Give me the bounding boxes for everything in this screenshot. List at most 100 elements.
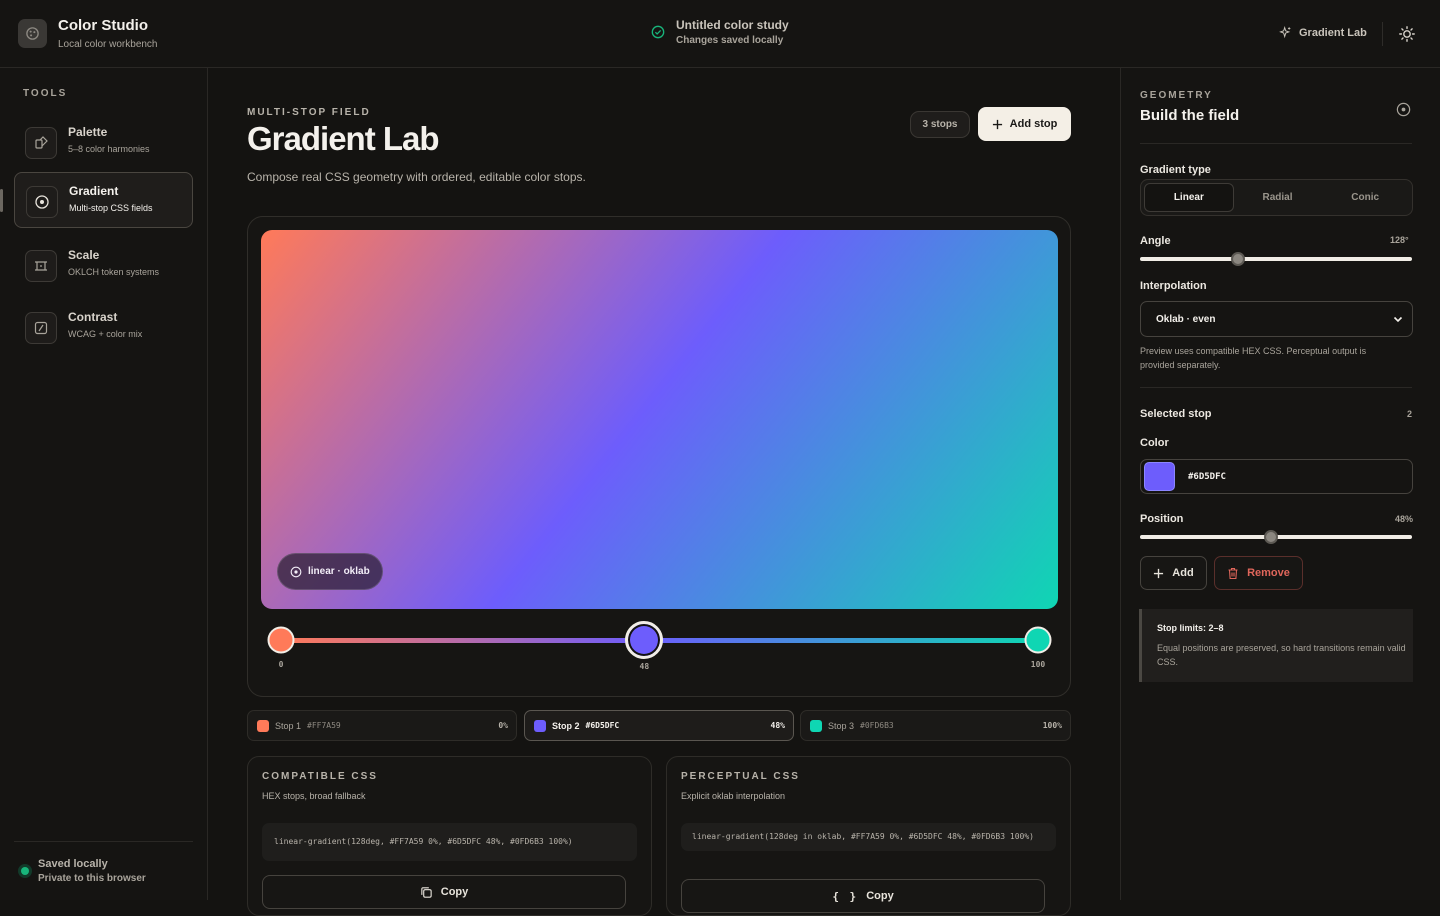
stop-handle-label: 48 [639, 662, 650, 671]
stop-chip-hex: #0FD6B3 [860, 721, 894, 730]
stop-chip-position: 0% [498, 721, 508, 730]
stop-limits-callout: Stop limits: 2–8 Equal positions are pre… [1139, 609, 1413, 682]
gradient-type-segmented-control: Linear Radial Conic [1140, 179, 1413, 216]
sparkle-icon [1279, 26, 1291, 39]
add-stop-panel-button[interactable]: Add [1140, 556, 1207, 590]
gradient-type-radial[interactable]: Radial [1234, 183, 1322, 212]
active-nav-marker [0, 189, 3, 212]
topbar-divider [1382, 22, 1383, 46]
position-slider-thumb[interactable] [1263, 530, 1278, 544]
gradient-fill [261, 230, 1058, 609]
stop-chip-1[interactable]: Stop 1 #FF7A59 0% [247, 710, 517, 741]
panel-eyebrow: GEOMETRY [1140, 90, 1213, 101]
contrast-icon [25, 312, 57, 344]
stop-color-swatch[interactable] [1144, 462, 1175, 491]
gradient-lab-link-label: Gradient Lab [1299, 26, 1367, 39]
perceptual-css-code[interactable]: linear-gradient(128deg in oklab, #FF7A59… [681, 823, 1056, 851]
selected-stop-value: 2 [1407, 409, 1413, 419]
gradient-type-conic[interactable]: Conic [1321, 183, 1409, 212]
gradient-lab-link[interactable]: Gradient Lab [1279, 26, 1367, 39]
perceptual-css-card: PERCEPTUAL CSS Explicit oklab interpolat… [666, 756, 1071, 916]
stop-color-field[interactable]: #6D5DFC [1140, 459, 1413, 494]
stop-handle-3[interactable] [1024, 626, 1052, 654]
reset-geometry-button[interactable] [1395, 101, 1412, 118]
copy-button-label: Copy [440, 886, 469, 898]
stops-count-badge: 3 stops [910, 111, 970, 138]
compatible-css-description: HEX stops, broad fallback [262, 791, 366, 801]
sidebar-item-gradient[interactable]: Gradient Multi-stop CSS fields [14, 172, 193, 228]
panel-divider [1140, 387, 1412, 388]
angle-slider[interactable] [1140, 252, 1412, 266]
copy-perceptual-css-button[interactable]: { } Copy [681, 879, 1045, 913]
compatible-css-code[interactable]: linear-gradient(128deg, #FF7A59 0%, #6D5… [262, 823, 637, 861]
position-slider[interactable] [1140, 530, 1412, 544]
check-circle-icon [651, 25, 665, 39]
panel-title: Build the field [1140, 107, 1240, 124]
perceptual-css-title: PERCEPTUAL CSS [681, 771, 800, 782]
add-stop-button[interactable]: Add stop [978, 107, 1071, 141]
position-value: 48% [1395, 514, 1414, 524]
stop-chip-name: Stop 3 [828, 720, 855, 731]
stop-chip-position: 48% [770, 721, 785, 730]
sidebar-item-description: 5–8 color harmonies [68, 144, 150, 154]
copy-compatible-css-button[interactable]: Copy [262, 875, 626, 909]
stop-chip-2[interactable]: Stop 2 #6D5DFC 48% [524, 710, 794, 741]
stop-handle-label: 0 [278, 660, 284, 669]
sidebar-item-label: Palette [68, 125, 108, 139]
selected-stop-label: Selected stop [1140, 408, 1212, 420]
sidebar: TOOLS Palette 5–8 color harmonies Gradie… [0, 68, 208, 900]
save-status: Changes saved locally [676, 35, 784, 46]
gradient-stage: linear · oklab 0 48 100 [247, 216, 1071, 697]
stop-chip-hex: #6D5DFC [585, 721, 620, 730]
interpolation-label: Interpolation [1140, 280, 1207, 292]
plus-icon [992, 119, 1002, 129]
angle-slider-thumb[interactable] [1230, 252, 1245, 266]
gradient-type-label: Gradient type [1140, 164, 1211, 176]
sidebar-divider [14, 841, 193, 842]
sidebar-item-description: OKLCH token systems [68, 267, 160, 277]
stop-handle-2[interactable] [625, 621, 664, 659]
trash-icon [1228, 567, 1238, 579]
stop-chip-swatch [257, 719, 269, 732]
perceptual-css-description: Explicit oklab interpolation [681, 791, 786, 801]
chevron-down-icon [1393, 316, 1403, 323]
stop-limits-text: Equal positions are preserved, so hard t… [1157, 643, 1406, 667]
angle-value: 128° [1390, 235, 1409, 245]
sidebar-item-scale[interactable]: Scale OKLCH token systems [14, 237, 193, 293]
stop-limits-title: Stop limits: 2–8 [1157, 623, 1224, 633]
gradient-type-linear[interactable]: Linear [1144, 183, 1234, 212]
angle-label: Angle [1140, 235, 1171, 247]
tools-section-label: TOOLS [23, 88, 68, 99]
plus-icon [1154, 568, 1164, 578]
sidebar-item-contrast[interactable]: Contrast WCAG + color mix [14, 299, 193, 355]
app-title: Color Studio [58, 17, 148, 34]
document-title[interactable]: Untitled color study [676, 18, 789, 32]
app-logo-icon [18, 19, 47, 48]
page-description: Compose real CSS geometry with ordered, … [247, 170, 586, 184]
theme-toggle-button[interactable] [1398, 25, 1416, 43]
interpolation-note: Preview uses compatible HEX CSS. Percept… [1140, 346, 1367, 370]
stop-color-hex-input[interactable]: #6D5DFC [1188, 472, 1226, 482]
panel-divider [1140, 143, 1412, 144]
app-subtitle: Local color workbench [58, 39, 158, 50]
sidebar-item-label: Contrast [68, 310, 118, 324]
sidebar-item-description: WCAG + color mix [68, 329, 143, 339]
add-stop-label: Add stop [1009, 118, 1058, 130]
gradient-preview: linear · oklab [261, 230, 1058, 609]
sidebar-item-description: Multi-stop CSS fields [69, 203, 153, 213]
remove-stop-button[interactable]: Remove [1214, 556, 1303, 590]
stop-chip-hex: #FF7A59 [307, 721, 341, 730]
saved-status-description: Private to this browser [38, 873, 146, 884]
add-button-label: Add [1172, 567, 1194, 579]
code-braces-icon: { } [832, 889, 859, 903]
gradient-mode-label: linear · oklab [308, 566, 370, 577]
sidebar-item-label: Scale [68, 248, 100, 262]
stop-chip-3[interactable]: Stop 3 #0FD6B3 100% [800, 710, 1071, 741]
position-label: Position [1140, 513, 1184, 525]
gradient-mode-pill: linear · oklab [277, 553, 383, 590]
stop-handle-1[interactable] [267, 626, 295, 654]
sidebar-item-palette[interactable]: Palette 5–8 color harmonies [14, 114, 193, 170]
compatible-css-card: COMPATIBLE CSS HEX stops, broad fallback… [247, 756, 652, 916]
interpolation-select[interactable]: Oklab · even [1140, 301, 1413, 337]
color-label: Color [1140, 437, 1169, 449]
